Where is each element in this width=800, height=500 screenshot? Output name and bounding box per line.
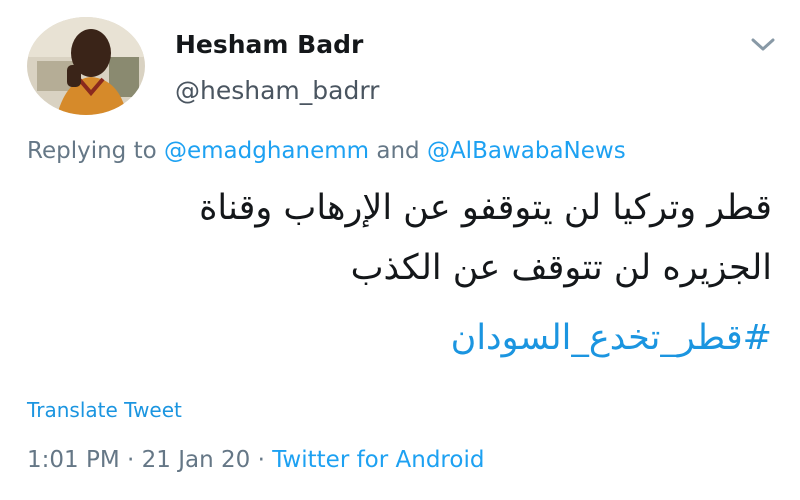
- tweet-source-link[interactable]: Twitter for Android: [272, 447, 484, 473]
- tweet-card: Hesham Badr @hesham_badrr Replying to @e…: [0, 0, 800, 500]
- avatar-image: [27, 17, 145, 115]
- tweet-body: قطر وتركيا لن يتوقفو عن الإرهاب وقناة ال…: [27, 178, 772, 298]
- meta-separator: ·: [127, 447, 135, 473]
- meta-separator: ·: [257, 447, 265, 473]
- tweet-date[interactable]: 21 Jan 20: [142, 447, 251, 473]
- tweet-time[interactable]: 1:01 PM: [27, 447, 120, 473]
- chevron-down-icon[interactable]: [748, 32, 778, 56]
- translate-tweet-link[interactable]: Translate Tweet: [27, 398, 182, 422]
- mention-link-emadghanemm[interactable]: @emadghanemm: [164, 138, 369, 164]
- avatar[interactable]: [27, 17, 145, 115]
- tweet-meta: 1:01 PM · 21 Jan 20 · Twitter for Androi…: [27, 447, 484, 473]
- replying-to-label: Replying to: [27, 138, 157, 164]
- mention-link-albawabanews[interactable]: @AlBawabaNews: [427, 138, 626, 164]
- tweet-text-line-1: قطر وتركيا لن يتوقفو عن الإرهاب وقناة: [199, 188, 772, 228]
- hashtag-link[interactable]: #قطر_تخدع_السودان: [451, 318, 772, 358]
- tweet-text-line-2: الجزيره لن تتوقف عن الكذب: [350, 248, 772, 288]
- replying-to-line: Replying to @emadghanemm and @AlBawabaNe…: [27, 138, 626, 164]
- replying-joiner: and: [376, 138, 420, 164]
- user-handle[interactable]: @hesham_badrr: [175, 76, 379, 105]
- display-name[interactable]: Hesham Badr: [175, 30, 363, 59]
